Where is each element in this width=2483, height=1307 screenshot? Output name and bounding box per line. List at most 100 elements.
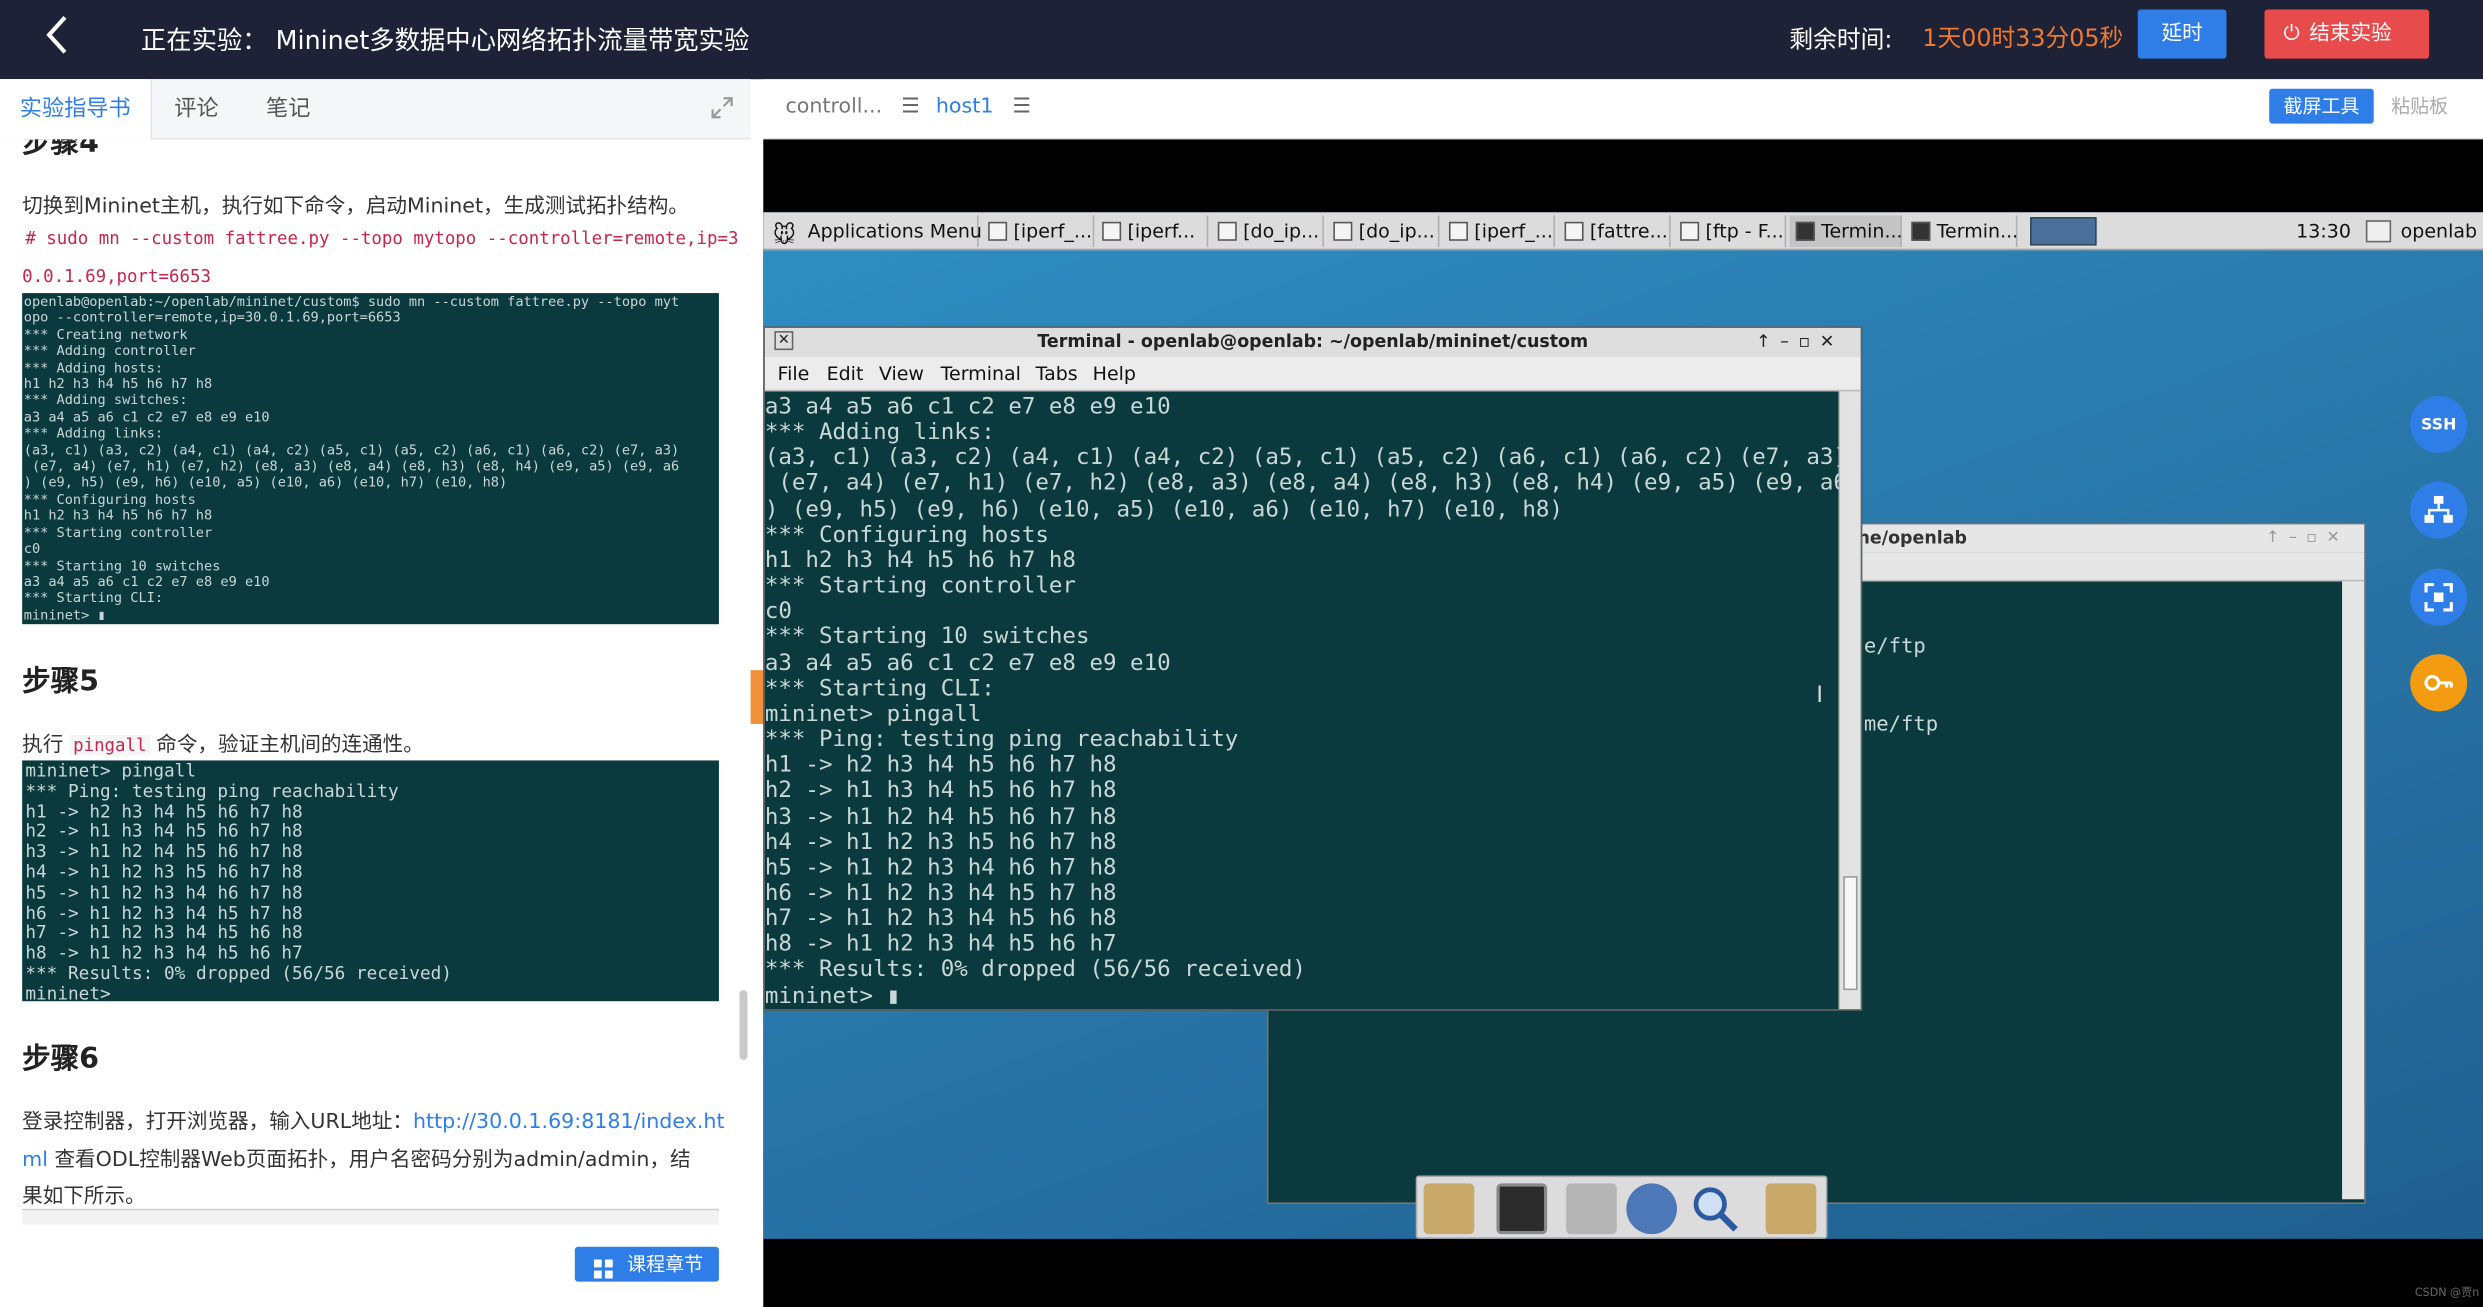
step6-heading: 步骤6 xyxy=(22,1042,100,1076)
screenshot-tool-button[interactable]: 截屏工具 xyxy=(2269,88,2374,124)
text-editor-icon xyxy=(988,221,1008,241)
end-experiment-label: 结束实验 xyxy=(2309,22,2392,46)
text-editor-icon xyxy=(1217,221,1237,241)
taskbar-item[interactable]: [do_ip... xyxy=(1211,215,1324,248)
step6-line2-text: 查看ODL控制器Web页面拓扑，用户名密码分别为admin/admin，结 xyxy=(54,1148,691,1173)
top-bar: 正在实验： Mininet多数据中心网络拓扑流量带宽实验 剩余时间: 1天00时… xyxy=(0,0,2483,80)
taskbar-item-label: Termin... xyxy=(1936,220,2019,243)
terminal-menubar: File Edit View Terminal Tabs Help xyxy=(764,356,1861,392)
file-cabinet-icon[interactable] xyxy=(1566,1183,1617,1235)
power-icon: ⏻ xyxy=(2283,22,2300,46)
taskbar-item-label: [fattre... xyxy=(1589,220,1668,243)
step4-text: 切换到Mininet主机，执行如下命令，启动Mininet，生成测试拓扑结构。 xyxy=(22,194,689,219)
odl-url-link[interactable]: http://30.0.1.69:8181/index.ht xyxy=(413,1111,725,1135)
terminal-output[interactable]: a3 a4 a5 a6 c1 c2 e7 e8 e9 e10 *** Addin… xyxy=(765,394,1839,1009)
workspace-switcher[interactable] xyxy=(2030,217,2097,246)
step5-terminal-output: mininet> pingall *** Ping: testing ping … xyxy=(22,760,719,1002)
mouse-logo-icon: 🐭 xyxy=(772,223,796,249)
folder-icon[interactable] xyxy=(1765,1183,1817,1235)
step4-command-line2: 0.0.1.69,port=6653 xyxy=(22,266,211,287)
applications-menu-label: Applications Menu xyxy=(807,220,982,243)
taskbar-item[interactable]: Termin... xyxy=(1905,215,2019,248)
taskbar-item-active[interactable]: Termin... xyxy=(1789,215,1903,248)
xfce-dock xyxy=(1415,1175,1828,1239)
menu-view[interactable]: View xyxy=(879,356,924,391)
end-experiment-button[interactable]: ⏻ 结束实验 xyxy=(2264,9,2430,59)
back-icon[interactable] xyxy=(44,14,82,58)
panel-user[interactable]: openlab xyxy=(2401,215,2477,247)
tab-notes[interactable]: 笔记 xyxy=(266,79,310,139)
window-controls[interactable]: ↑–▫✕ xyxy=(2266,524,2349,553)
taskbar-item[interactable]: [ftp - F... xyxy=(1674,215,1787,248)
guide-scrollbar[interactable] xyxy=(739,990,748,1060)
remaining-time-value: 1天00时33分05秒 xyxy=(1922,23,2124,53)
taskbar-item[interactable]: [do_ip... xyxy=(1327,215,1440,248)
guide-content: 步骤4 切换到Mininet主机，执行如下命令，启动Mininet，生成测试拓扑… xyxy=(0,139,738,1292)
course-chapters-button[interactable]: 课程章节 xyxy=(574,1246,719,1282)
course-chapters-label: 课程章节 xyxy=(627,1253,704,1276)
menu-icon: ☰ xyxy=(901,95,920,119)
menu-help[interactable]: Help xyxy=(1093,356,1136,391)
panel-resize-handle[interactable] xyxy=(750,670,764,724)
background-terminal-line: e/ftp xyxy=(1863,635,1926,660)
network-topology-icon[interactable] xyxy=(2410,481,2468,539)
taskbar-item-label: [iperf_... xyxy=(1013,220,1093,243)
taskbar-item-label: Termin... xyxy=(1821,220,1903,243)
terminal-scrollbar[interactable] xyxy=(1838,391,1861,1010)
web-browser-icon[interactable] xyxy=(1626,1183,1677,1235)
desktop: 🐭 Applications Menu [iperf_... [iperf...… xyxy=(763,212,2483,1239)
text-editor-icon xyxy=(1564,221,1584,241)
main-terminal-window[interactable]: Terminal - openlab@openlab: ~/openlab/mi… xyxy=(763,326,1863,1011)
step5-heading: 步骤5 xyxy=(22,665,100,699)
step4-terminal-output: openlab@openlab:~/openlab/mininet/custom… xyxy=(22,293,719,625)
tab-host1-label: host1 xyxy=(935,95,994,119)
guide-tabs: 实验指导书 评论 笔记 xyxy=(0,79,751,140)
odl-url-link-cont[interactable]: ml xyxy=(22,1149,48,1173)
text-cursor-icon: I xyxy=(1816,682,1823,709)
step4-command-line1: # sudo mn --custom fattree.py --topo myt… xyxy=(25,228,738,249)
applications-menu[interactable]: 🐭 Applications Menu xyxy=(763,215,982,249)
taskbar-item[interactable]: [iperf_... xyxy=(982,215,1095,248)
taskbar-item[interactable]: [iperf_... xyxy=(1443,215,1556,248)
main-terminal-title: Terminal - openlab@openlab: ~/openlab/mi… xyxy=(764,327,1861,357)
machine-tabs: controll... ☰ host1 ☰ 截屏工具 粘贴板 xyxy=(763,79,2483,140)
menu-terminal[interactable]: Terminal xyxy=(941,356,1021,391)
xfce-top-panel: 🐭 Applications Menu [iperf_... [iperf...… xyxy=(763,212,2483,251)
step6-line3: 果如下所示。 xyxy=(22,1185,146,1209)
taskbar-item-label: [iperf_... xyxy=(1474,220,1553,243)
step5-text-pre: 执行 xyxy=(22,733,64,758)
vm-screen[interactable]: 🐭 Applications Menu [iperf_... [iperf...… xyxy=(763,139,2483,1307)
step5-text-post: 命令，验证主机间的连通性。 xyxy=(156,733,424,758)
window-controls[interactable]: ↑–▫✕ xyxy=(1756,328,1861,357)
tab-controller[interactable]: controll... ☰ xyxy=(785,79,919,139)
menu-tabs[interactable]: Tabs xyxy=(1036,356,1078,391)
tab-guide[interactable]: 实验指导书 xyxy=(0,79,153,140)
background-terminal-scrollbar[interactable] xyxy=(2342,581,2365,1200)
folder-icon xyxy=(1680,221,1700,241)
menu-file[interactable]: File xyxy=(778,356,810,391)
ssh-button[interactable]: SSH xyxy=(2410,396,2468,454)
step6-line1: 登录控制器，打开浏览器，输入URL地址：http://30.0.1.69:818… xyxy=(22,1104,725,1135)
step5-text: 执行 pingall 命令，验证主机间的连通性。 xyxy=(22,727,424,758)
menu-icon: ☰ xyxy=(1012,95,1032,119)
tab-host1[interactable]: host1 ☰ xyxy=(936,79,1031,139)
menu-edit[interactable]: Edit xyxy=(827,356,864,391)
show-desktop-icon[interactable] xyxy=(1423,1183,1475,1235)
terminal-icon xyxy=(1911,221,1931,241)
window-menu-icon[interactable]: ✕ xyxy=(774,331,794,351)
fullscreen-icon[interactable] xyxy=(2410,568,2468,626)
terminal-launcher-icon[interactable] xyxy=(1496,1183,1548,1235)
tab-comments[interactable]: 评论 xyxy=(174,79,218,139)
search-icon[interactable] xyxy=(1690,1183,1741,1234)
step6-line1-text: 登录控制器，打开浏览器，输入URL地址： xyxy=(22,1110,413,1135)
text-editor-icon xyxy=(1448,221,1468,241)
panel-clock: 13:30 xyxy=(2296,220,2351,243)
extend-button[interactable]: 延时 xyxy=(2137,9,2227,59)
key-icon[interactable] xyxy=(2410,654,2468,712)
taskbar-item[interactable]: [fattre... xyxy=(1558,215,1671,248)
expand-icon[interactable] xyxy=(709,95,734,120)
clipboard-button[interactable]: 粘贴板 xyxy=(2391,89,2448,124)
taskbar-item-label: [ftp - F... xyxy=(1705,220,1784,243)
taskbar-item[interactable]: [iperf... xyxy=(1096,215,1209,248)
terminal-scrollbar-thumb[interactable] xyxy=(1843,876,1858,991)
